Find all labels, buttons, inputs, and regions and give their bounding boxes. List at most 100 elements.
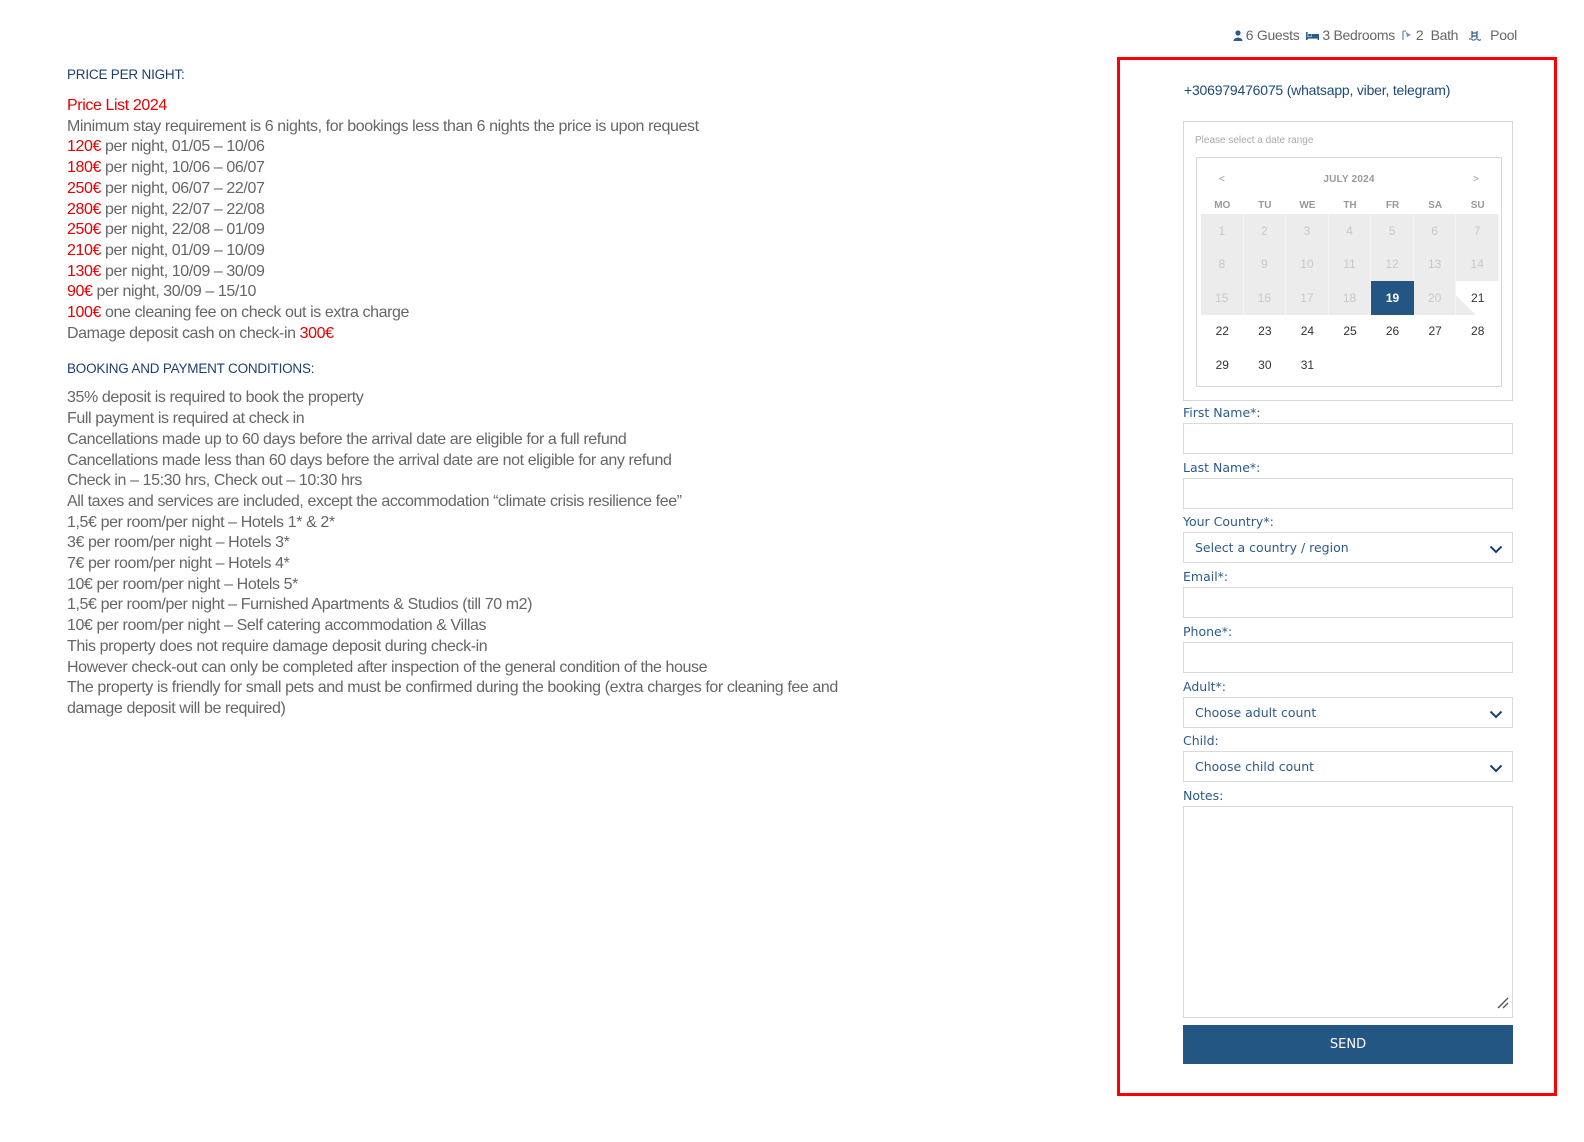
calendar-day-number: 31 <box>1300 357 1315 372</box>
calendar-day-number: 13 <box>1427 257 1442 272</box>
calendar-day-number: 1 <box>1218 223 1226 238</box>
calendar-day[interactable]: 24 <box>1286 315 1329 349</box>
calendar-day[interactable]: 28 <box>1456 315 1499 349</box>
weekday-label: TH <box>1343 200 1357 211</box>
calendar-day-number: 4 <box>1346 223 1353 238</box>
phone-input[interactable] <box>1183 642 1513 673</box>
date-range-picker: Please select a date range < JULY 2024 >… <box>1183 121 1513 401</box>
weekday-label: SA <box>1428 200 1443 211</box>
calendar-day: 14 <box>1456 247 1499 281</box>
weekday-header: MO TU WE TH FR SA SU <box>1201 200 1499 211</box>
notes-textarea[interactable] <box>1183 806 1513 1018</box>
rate-price: 180€ <box>67 159 101 177</box>
calendar-day-number: 14 <box>1470 257 1484 272</box>
calendar-day[interactable]: 22 <box>1201 315 1244 349</box>
deposit-price: 300€ <box>299 324 334 342</box>
calendar-day-number: 21 <box>1471 290 1485 305</box>
calendar-day: 16 <box>1243 281 1287 315</box>
weekday-label: SU <box>1470 200 1485 211</box>
min-stay-text: Minimum stay requirement is 6 nights, fo… <box>67 117 699 135</box>
calendar-day[interactable]: 23 <box>1244 315 1287 349</box>
amenity-label: Pool <box>1490 27 1517 43</box>
condition-line: 1,5€ per room/per night – Hotels 1* & 2* <box>67 513 335 531</box>
guest-icon <box>1233 29 1243 41</box>
calendar-day: 2 <box>1243 214 1287 248</box>
cleaning-text: one cleaning fee on check out is extra c… <box>101 304 410 322</box>
rate-price: 130€ <box>67 262 101 280</box>
calendar-day: 15 <box>1201 281 1244 315</box>
calendar-day-number: 6 <box>1431 223 1438 238</box>
condition-line: 10€ per room/per night – Hotels 5* <box>67 575 298 593</box>
condition-line: Full payment is required at check in <box>67 410 305 428</box>
calendar-day-number: 5 <box>1388 223 1396 238</box>
calendar-day-number: 27 <box>1428 324 1442 339</box>
amenity-pool: Pool <box>1465 27 1517 43</box>
calendar-day-number: 15 <box>1215 290 1229 305</box>
deposit-text: Damage deposit cash on check-in <box>67 324 300 342</box>
pool-icon <box>1469 30 1482 41</box>
rate-price: 280€ <box>67 200 101 218</box>
calendar-day[interactable]: 29 <box>1201 348 1244 382</box>
condition-line: All taxes and services are included, exc… <box>67 492 682 510</box>
calendar-day: 4 <box>1328 214 1372 248</box>
calendar-day-number: 23 <box>1258 324 1272 339</box>
calendar-day: 10 <box>1286 247 1329 281</box>
calendar-day: 3 <box>1286 214 1329 248</box>
calendar-day[interactable]: 31 <box>1286 348 1329 382</box>
resize-handle-icon[interactable] <box>1497 996 1509 1014</box>
calendar-day-number: 16 <box>1257 290 1272 305</box>
send-button[interactable]: SEND <box>1183 1025 1513 1064</box>
calendar-day-number: 9 <box>1261 257 1268 272</box>
rate-line: 120€ per night, 01/05 – 10/06 <box>67 137 897 158</box>
cleaning-fee: 100€ one cleaning fee on check out is ex… <box>67 303 897 324</box>
condition-line: Check in – 15:30 hrs, Check out – 10:30 … <box>67 472 362 490</box>
amenity-label: 6 Guests <box>1245 27 1300 43</box>
adult-select[interactable]: Choose adult count <box>1183 697 1513 728</box>
calendar-day-selected[interactable]: 19 <box>1371 281 1414 315</box>
next-month-button[interactable]: > <box>1473 174 1479 185</box>
calendar-day[interactable]: 21 <box>1456 281 1499 315</box>
last-name-input[interactable] <box>1183 478 1513 509</box>
rate-price: 250€ <box>67 179 101 197</box>
calendar-day-number: 25 <box>1343 324 1357 339</box>
condition-line: However check-out can only be completed … <box>67 658 708 676</box>
calendar-day: 5 <box>1371 214 1414 248</box>
condition-line: 7€ per room/per night – Hotels 4* <box>67 555 290 573</box>
calendar-day-number: 12 <box>1385 257 1399 272</box>
amenity-label: 3 Bedrooms <box>1322 27 1395 43</box>
rate-period: per night, 22/07 – 22/08 <box>101 200 265 218</box>
phone-label: Phone*: <box>1183 624 1233 639</box>
calendar-day-number: 19 <box>1385 290 1400 305</box>
calendar-day-number: 18 <box>1342 290 1357 305</box>
conditions-section-title: BOOKING AND PAYMENT CONDITIONS: <box>67 361 315 377</box>
price-section-title: PRICE PER NIGHT: <box>67 67 185 82</box>
damage-deposit: Damage deposit cash on check-in 300€ <box>67 324 897 345</box>
rate-period: per night, 30/09 – 15/10 <box>92 283 257 301</box>
calendar-day-number: 17 <box>1300 290 1314 305</box>
child-select[interactable]: Choose child count <box>1183 751 1513 782</box>
calendar-day-number: 2 <box>1261 223 1268 238</box>
rate-period: per night, 01/05 – 10/06 <box>101 138 265 156</box>
calendar-day[interactable]: 30 <box>1244 348 1287 382</box>
condition-line: 35% deposit is required to book the prop… <box>67 389 364 407</box>
first-name-input[interactable] <box>1183 423 1513 454</box>
calendar-day-number: 28 <box>1471 324 1485 339</box>
calendar-day-number: 8 <box>1218 257 1226 272</box>
rate-period: per night, 10/09 – 30/09 <box>101 262 265 280</box>
calendar-day[interactable]: 25 <box>1329 315 1372 349</box>
contact-phone[interactable]: +306979476075 (whatsapp, viber, telegram… <box>1184 82 1450 98</box>
calendar-day: 8 <box>1201 247 1244 281</box>
calendar-day[interactable]: 27 <box>1414 315 1457 349</box>
country-select[interactable]: Select a country / region <box>1183 532 1513 563</box>
condition-line: This property does not require damage de… <box>67 637 488 655</box>
country-select-value: Select a country / region <box>1195 540 1349 555</box>
calendar-day[interactable]: 26 <box>1371 315 1414 349</box>
calendar-day-number: 29 <box>1215 357 1229 372</box>
calendar-day-number: 7 <box>1473 223 1481 238</box>
rate-period: per night, 22/08 – 01/09 <box>101 221 265 239</box>
cleaning-price: 100€ <box>67 304 101 322</box>
email-input[interactable] <box>1183 587 1513 618</box>
calendar-day: 18 <box>1328 281 1372 315</box>
weekday-label: FR <box>1385 200 1400 211</box>
weekday-label: WE <box>1299 200 1316 211</box>
